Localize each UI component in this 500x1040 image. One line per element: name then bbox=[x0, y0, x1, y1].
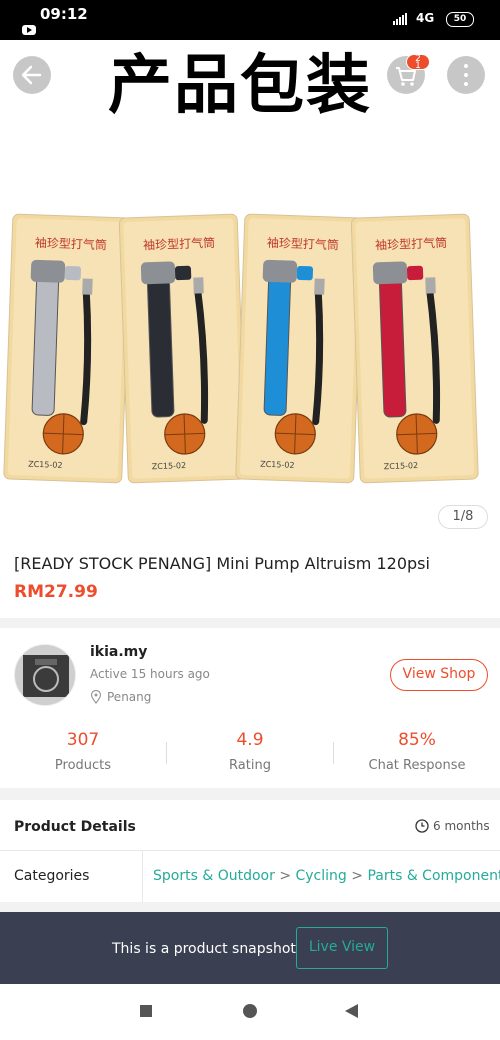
arrow-left-icon bbox=[21, 65, 42, 85]
shop-avatar-image bbox=[15, 645, 75, 705]
product-info: [READY STOCK PENANG] Mini Pump Altruism … bbox=[0, 540, 500, 618]
listing-age: 6 months bbox=[433, 819, 490, 833]
product-package: 袖珍型打气筒 ZC15-02 bbox=[3, 213, 132, 484]
back-triangle-icon[interactable] bbox=[345, 1004, 358, 1018]
product-image-gallery[interactable]: 产品包装 2 1 袖珍型打气筒 ZC15-02 袖珍型打气筒 ZC15-02 袖珍型打气… bbox=[0, 40, 500, 540]
stat-products: 307 Products bbox=[0, 730, 166, 773]
stat-value: 85% bbox=[398, 730, 436, 750]
view-shop-button[interactable]: View Shop bbox=[390, 659, 488, 691]
shop-location: Penang bbox=[107, 690, 152, 704]
shop-section: ikia.my Active 15 hours ago Penang View … bbox=[0, 628, 500, 788]
package-label: 袖珍型打气筒 bbox=[35, 235, 107, 253]
categories-label-cell: Categories bbox=[0, 851, 143, 902]
status-time: 09:12 bbox=[40, 5, 88, 23]
recents-icon[interactable] bbox=[140, 1005, 152, 1017]
stat-value: 4.9 bbox=[236, 730, 264, 750]
package-label: 袖珍型打气筒 bbox=[143, 235, 215, 253]
model-label: ZC15-02 bbox=[152, 461, 187, 471]
category-link-sports[interactable]: Sports & Outdoor bbox=[153, 868, 275, 884]
model-label: ZC15-02 bbox=[260, 460, 295, 470]
page-indicator: 1/8 bbox=[438, 505, 488, 529]
model-label: ZC15-02 bbox=[384, 461, 419, 471]
shop-avatar[interactable] bbox=[14, 644, 76, 706]
home-icon[interactable] bbox=[243, 1004, 257, 1018]
battery-icon: 50 bbox=[446, 12, 474, 27]
stat-value: 307 bbox=[66, 730, 100, 750]
stat-chat-response: 85% Chat Response bbox=[334, 730, 500, 773]
live-view-button[interactable]: Live View bbox=[296, 927, 388, 969]
category-separator: > bbox=[279, 868, 292, 884]
category-breadcrumb: Sports & Outdoor > Cycling > Parts & Com… bbox=[153, 868, 500, 884]
shop-active-status: Active 15 hours ago bbox=[90, 667, 210, 681]
stat-rating: 4.9 Rating bbox=[167, 730, 333, 773]
stat-label: Chat Response bbox=[368, 758, 466, 773]
product-package: 袖珍型打气筒 ZC15-02 bbox=[350, 213, 479, 484]
banner-title: 产品包装 bbox=[108, 49, 372, 123]
snapshot-banner: This is a product snapshot Live View bbox=[0, 912, 500, 984]
model-label: ZC15-02 bbox=[28, 460, 63, 470]
back-button[interactable] bbox=[13, 56, 51, 94]
network-label: 4G bbox=[416, 11, 435, 25]
signal-icon bbox=[393, 13, 411, 25]
product-price: RM27.99 bbox=[14, 582, 98, 602]
product-details-title: Product Details bbox=[14, 819, 136, 835]
package-label: 袖珍型打气筒 bbox=[267, 235, 339, 253]
product-photo: 袖珍型打气筒ZC15-02袖珍型打气筒ZC15-02袖珍型打气筒ZC15-02袖… bbox=[3, 213, 479, 484]
category-link-cycling[interactable]: Cycling bbox=[296, 868, 347, 884]
product-title: [READY STOCK PENANG] Mini Pump Altruism … bbox=[14, 554, 430, 573]
system-navigation-bar bbox=[0, 984, 500, 1040]
categories-label: Categories bbox=[14, 868, 90, 884]
product-package: 袖珍型打气筒 ZC15-02 bbox=[118, 213, 247, 484]
snapshot-text: This is a product snapshot bbox=[112, 941, 296, 957]
location-pin-icon bbox=[90, 690, 102, 704]
more-vertical-icon bbox=[464, 64, 468, 86]
product-package: 袖珍型打气筒 ZC15-02 bbox=[235, 213, 364, 484]
more-button[interactable] bbox=[447, 56, 485, 94]
stat-label: Products bbox=[54, 758, 112, 773]
status-bar: 09:12 4G 50 bbox=[0, 0, 500, 40]
category-link-parts[interactable]: Parts & Components bbox=[367, 868, 500, 884]
clock-icon bbox=[415, 819, 429, 833]
stat-label: Rating bbox=[229, 758, 271, 773]
cart-badge: 2 1 bbox=[406, 54, 430, 71]
product-details-section: Product Details 6 months Categories bbox=[0, 800, 500, 902]
package-label: 袖珍型打气筒 bbox=[375, 235, 447, 253]
category-separator: > bbox=[351, 868, 363, 884]
youtube-icon bbox=[22, 25, 36, 35]
shop-name[interactable]: ikia.my bbox=[90, 644, 147, 660]
